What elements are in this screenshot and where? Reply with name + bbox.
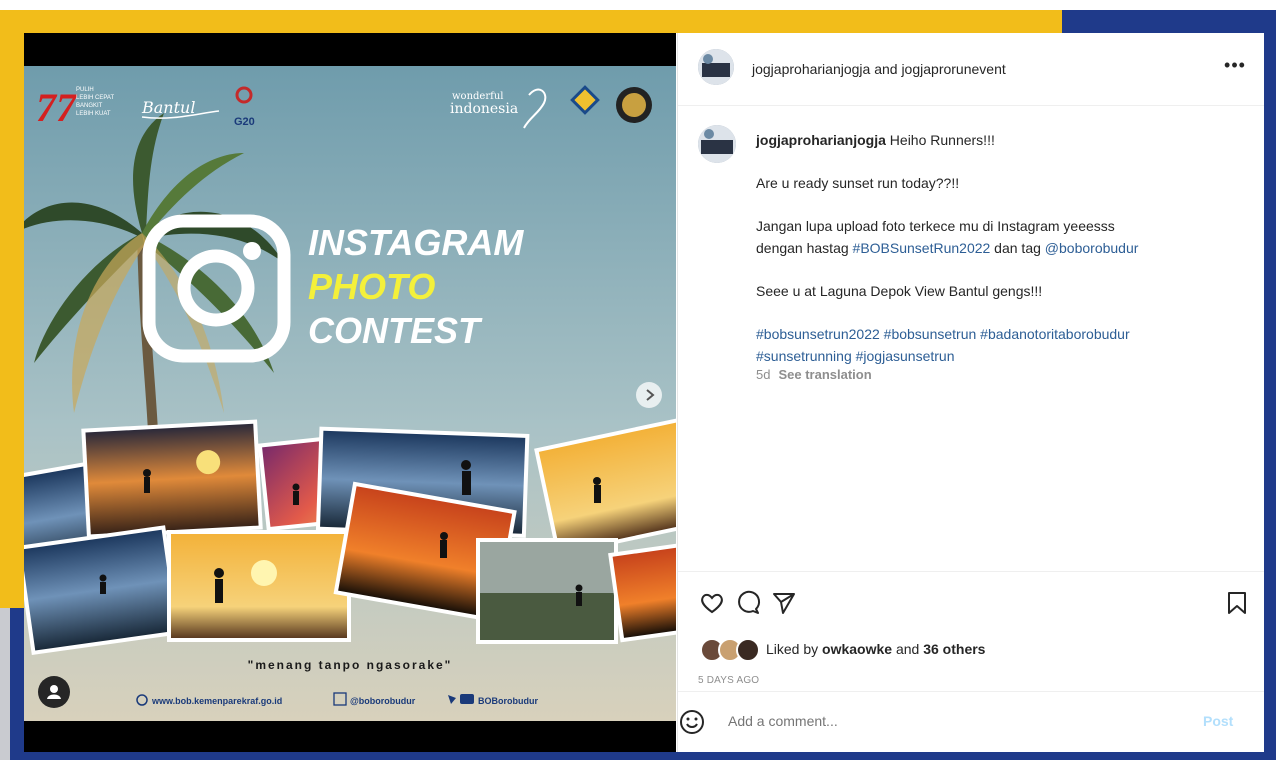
- logo-text-3: BANGKIT: [76, 103, 103, 109]
- poster-slogan: "menang tanpo ngasorake": [248, 658, 453, 672]
- post-accounts[interactable]: jogjaproharianjogja and jogjaprorunevent: [752, 61, 1006, 77]
- liker-avatars[interactable]: [700, 637, 766, 663]
- posted-time: 5 DAYS AGO: [698, 675, 760, 686]
- caption-line-1: Heiho Runners!!!: [889, 132, 995, 148]
- caption-meta: 5d See translation: [756, 367, 872, 382]
- poster-image: 77 PULIH LEBIH CEPAT BANGKIT LEBIH KUAT …: [24, 33, 676, 752]
- post-media: 77 PULIH LEBIH CEPAT BANGKIT LEBIH KUAT …: [24, 33, 676, 752]
- hashtags-row-1[interactable]: #bobsunsetrun2022 #bobsunsetrun #badanot…: [756, 326, 1130, 342]
- instagram-post-card: 77 PULIH LEBIH CEPAT BANGKIT LEBIH KUAT …: [24, 33, 1264, 752]
- mention-link[interactable]: @boborobudur: [1045, 240, 1139, 256]
- logo-text-4: LEBIH KUAT: [76, 111, 111, 117]
- svg-text:77: 77: [36, 85, 78, 130]
- comment-bar: Post: [678, 691, 1264, 753]
- likes-mid: and: [892, 641, 924, 657]
- post-caption: jogjaproharianjogja Heiho Runners!!! Are…: [756, 129, 1236, 388]
- post-comment-button[interactable]: Post: [1203, 713, 1233, 729]
- next-slide-button[interactable]: [636, 382, 662, 408]
- post-header: jogjaproharianjogja and jogjaprorunevent…: [678, 33, 1264, 106]
- avatar-group[interactable]: [698, 49, 734, 85]
- hashtag-link[interactable]: #BOBSunsetRun2022: [853, 240, 991, 256]
- caption-line-2: Are u ready sunset run today??!!: [756, 175, 960, 191]
- post-sidebar: jogjaproharianjogja and jogjaprorunevent…: [677, 33, 1264, 752]
- caption-age: 5d: [756, 367, 771, 382]
- hashtags-row-2[interactable]: #sunsetrunning #jogjasunsetrun: [756, 348, 954, 364]
- caption-line-3b-mid: dan tag: [990, 240, 1045, 256]
- user-icon: [47, 685, 61, 699]
- logo-text-2: LEBIH CEPAT: [76, 95, 114, 101]
- poster-website: www.bob.kemenparekraf.go.id: [151, 696, 282, 706]
- caption-line-3b-prefix: dengan hastag: [756, 240, 853, 256]
- g20-label: G20: [234, 116, 255, 128]
- likes-others-link[interactable]: 36 others: [923, 641, 985, 657]
- poster-title-1: INSTAGRAM: [308, 222, 524, 263]
- photo-collage: [24, 417, 676, 656]
- liker-avatars-image: [700, 638, 760, 662]
- caption-username[interactable]: jogjaproharianjogja: [756, 132, 886, 148]
- indonesia-text: indonesia: [450, 101, 518, 117]
- poster-ig-handle: @boborobudur: [350, 696, 416, 706]
- logo-text-1: PULIH: [76, 87, 94, 93]
- poster-yt-handle: BOBorobudur: [478, 696, 538, 706]
- likes-summary: Liked by owkaowke and 36 others: [766, 641, 985, 657]
- likes-prefix: Liked by: [766, 641, 823, 657]
- comment-input[interactable]: [726, 712, 1150, 730]
- share-icon[interactable]: [770, 589, 798, 617]
- caption-line-3a: Jangan lupa upload foto terkece mu di In…: [756, 218, 1115, 234]
- liker-username[interactable]: owkaowke: [822, 641, 892, 657]
- more-options-button[interactable]: •••: [1223, 55, 1247, 79]
- emoji-icon[interactable]: [678, 708, 706, 736]
- tagged-users-button[interactable]: [38, 676, 70, 708]
- caption-line-4: Seee u at Laguna Depok View Bantul gengs…: [756, 283, 1043, 299]
- heart-icon[interactable]: [698, 589, 726, 617]
- comment-icon[interactable]: [734, 589, 762, 617]
- avatar-image: [698, 125, 736, 163]
- actions-divider: [678, 571, 1264, 572]
- poster-title-2: PHOTO: [308, 266, 435, 307]
- avatar-image: [698, 49, 734, 85]
- bookmark-icon[interactable]: [1224, 589, 1250, 617]
- top-strip: [0, 0, 1276, 10]
- background-gray-panel: [0, 608, 10, 760]
- poster-title-3: CONTEST: [308, 310, 483, 351]
- chevron-right-icon: [646, 389, 655, 401]
- caption-avatar[interactable]: [698, 125, 736, 163]
- brand-script: Bantul: [141, 98, 195, 117]
- see-translation-button[interactable]: See translation: [778, 367, 871, 382]
